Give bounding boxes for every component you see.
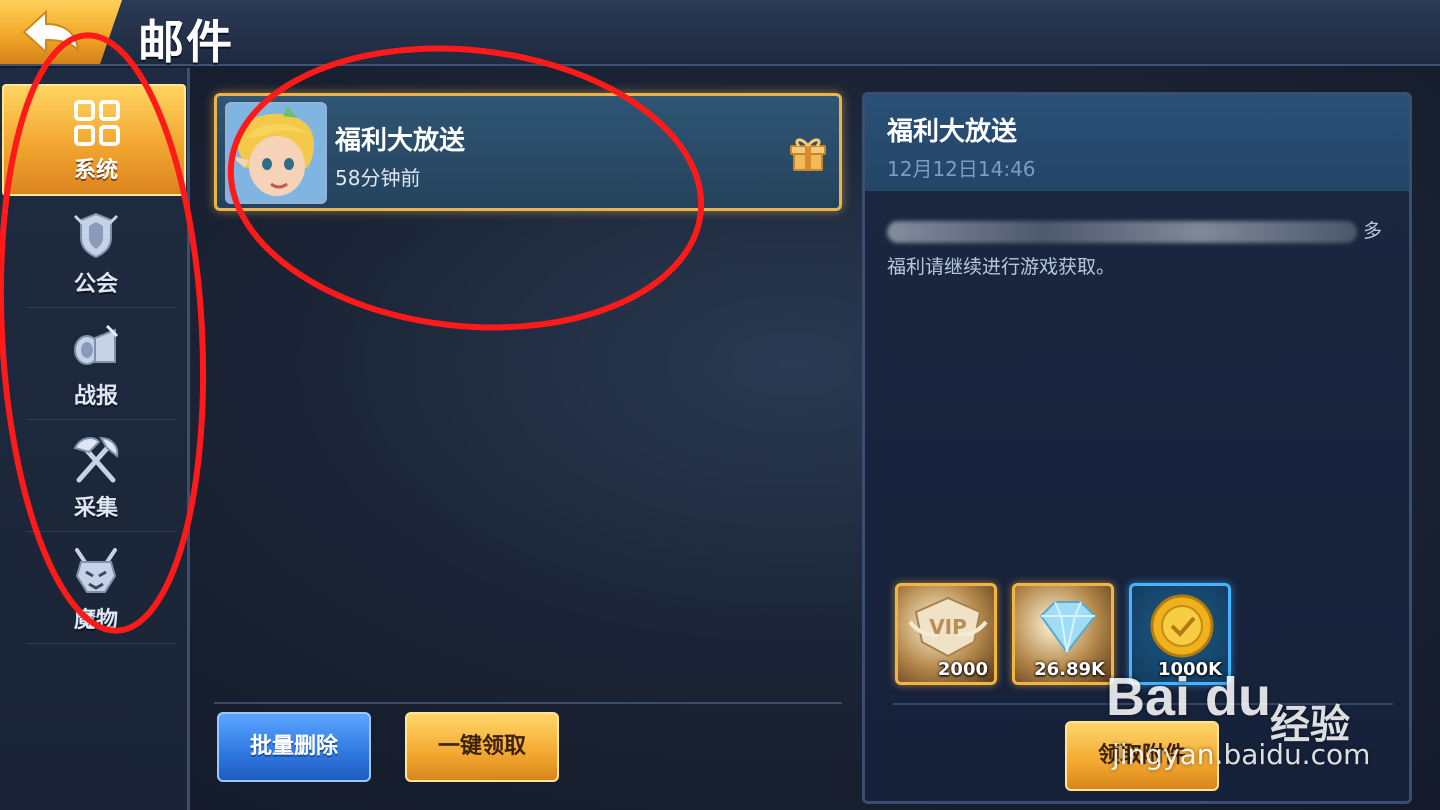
elf-portrait-icon xyxy=(227,104,325,202)
detail-divider xyxy=(893,703,1393,705)
detail-body-line-1: 多 xyxy=(887,213,1393,249)
sidebar-item-monster[interactable]: 魔物 xyxy=(26,534,176,644)
gold-coin-icon xyxy=(1150,594,1214,658)
sidebar-item-label: 魔物 xyxy=(73,608,118,633)
claim-attachment-button[interactable]: 领取附件 xyxy=(1065,721,1219,791)
sender-avatar xyxy=(225,102,327,204)
top-bar: 邮件 xyxy=(0,0,1440,69)
reward-item-gold[interactable]: 1000K xyxy=(1129,583,1231,685)
sidebar-item-guild[interactable]: 公会 xyxy=(26,198,176,308)
svg-text:VIP: VIP xyxy=(929,615,967,639)
detail-date: 12月12日14:46 xyxy=(887,157,1036,181)
reward-item-diamond[interactable]: 26.89K xyxy=(1012,583,1114,685)
reward-item-vip[interactable]: VIP 2000 xyxy=(895,583,997,685)
sidebar-item-label: 战报 xyxy=(73,384,118,409)
mail-list-item[interactable]: 福利大放送 58分钟前 xyxy=(214,93,842,211)
reward-quantity: 26.89K xyxy=(1034,659,1105,680)
diamond-icon xyxy=(1039,601,1097,654)
batch-delete-button[interactable]: 批量删除 xyxy=(217,712,371,782)
guild-shield-icon xyxy=(73,212,119,259)
sidebar: 系统 公会 战报 采集 魔物 xyxy=(0,68,190,810)
sidebar-item-label: 系统 xyxy=(73,158,118,183)
vip-badge-icon: VIP xyxy=(908,596,988,658)
reward-quantity: 1000K xyxy=(1157,659,1222,680)
grid-icon xyxy=(74,100,120,146)
sidebar-item-label: 采集 xyxy=(73,496,118,521)
sidebar-item-battle-report[interactable]: 战报 xyxy=(26,310,176,420)
blurred-text xyxy=(887,220,1357,243)
reward-quantity: 2000 xyxy=(937,659,988,680)
page-title: 邮件 xyxy=(138,15,234,69)
back-arrow-icon xyxy=(22,10,80,54)
sidebar-item-label: 公会 xyxy=(73,272,118,297)
detail-header: 福利大放送 12月12日14:46 xyxy=(865,95,1409,191)
detail-body: 多 福利请继续进行游戏获取。 xyxy=(887,213,1393,285)
pickaxe-axe-icon xyxy=(73,436,119,483)
mail-detail-panel: 福利大放送 12月12日14:46 多 福利请继续进行游戏获取。 VIP 200… xyxy=(862,92,1412,804)
mail-title: 福利大放送 xyxy=(335,126,466,156)
detail-body-line-2: 福利请继续进行游戏获取。 xyxy=(887,256,1116,278)
sidebar-item-gather[interactable]: 采集 xyxy=(26,422,176,532)
gift-icon xyxy=(790,138,826,171)
horn-battle-report-icon xyxy=(74,324,119,365)
detail-title: 福利大放送 xyxy=(887,117,1018,147)
detail-body-line-1-end: 多 xyxy=(1363,220,1383,242)
claim-all-button[interactable]: 一键领取 xyxy=(405,712,559,782)
monster-head-icon xyxy=(75,548,117,593)
sidebar-item-system[interactable]: 系统 xyxy=(2,84,186,196)
list-divider xyxy=(214,702,842,704)
back-button[interactable] xyxy=(0,0,122,64)
mail-time: 58分钟前 xyxy=(335,166,421,190)
